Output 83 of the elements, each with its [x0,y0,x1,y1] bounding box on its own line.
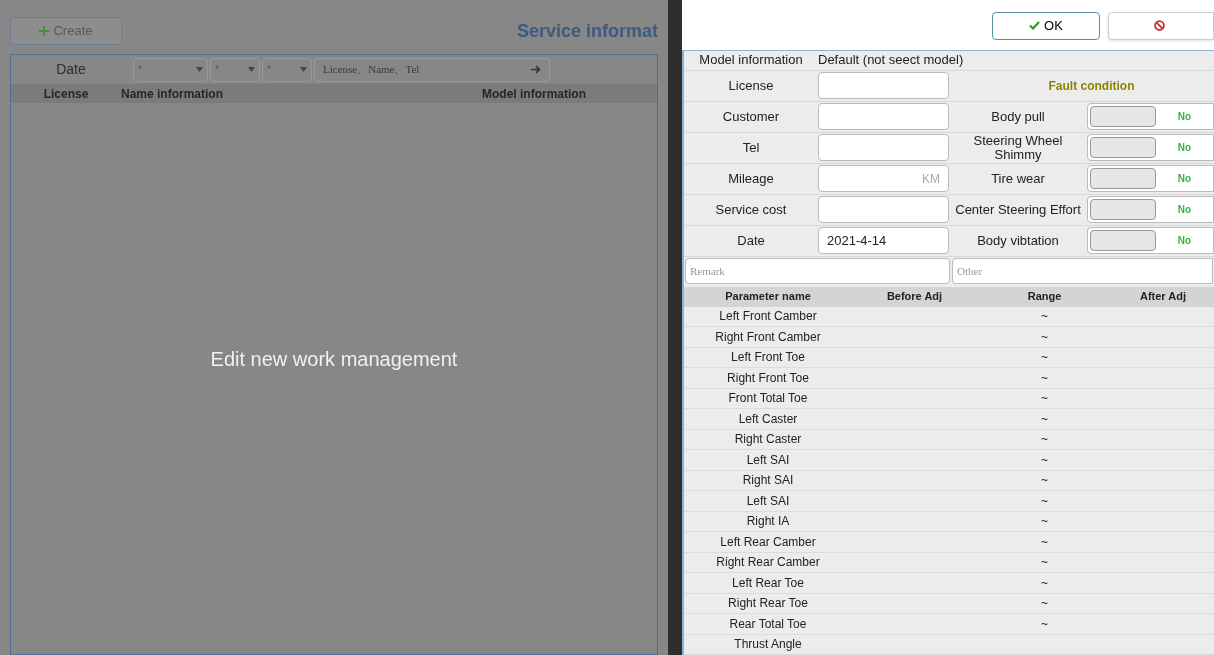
table-cell-text: Left Rear Toe [731,574,805,592]
remark-field[interactable]: Remark [685,258,950,284]
column-header: License [42,86,90,103]
table-cell-text: Left Front Camber [718,308,818,326]
table-cell-text: Right Rear Camber [715,554,821,572]
model-value: Default (not seect model) [818,51,964,70]
field-label: Customer [721,107,781,126]
toggle-switch[interactable]: No [1087,103,1214,130]
dropdown[interactable]: * [133,57,208,82]
caret-icon [196,67,203,72]
column-header: Range [1026,289,1063,305]
prohibited-icon [1154,20,1165,32]
toggle-switch[interactable]: No [1087,134,1214,161]
table-cell-text: Left Caster [737,410,799,428]
field-label: Mileage [727,169,775,188]
table-cell-text: Right IA [745,513,791,531]
table-cell-text: ~ [1041,410,1048,428]
table-cell-text: ~ [1041,308,1048,326]
table-cell-text: Right SAI [741,472,795,490]
input-field[interactable] [818,196,949,223]
search-field[interactable]: License、Name、Tel [314,57,550,82]
field-label: Date [736,231,766,250]
input-field[interactable] [818,72,949,99]
arrow-right-icon [531,65,541,74]
dropdown[interactable]: * [210,57,260,82]
input-field[interactable]: KM [818,165,949,192]
column-header: After Adj [1138,289,1187,305]
table-cell-text: ~ [1041,431,1048,449]
table-cell-text: ~ [1041,513,1048,531]
fault-label: Steering Wheel Shimmy [972,133,1064,162]
table-cell-text: Left Rear Camber [719,533,817,551]
plus-icon [39,26,50,36]
caret-icon [248,67,255,72]
table-cell-text: ~ [1041,349,1048,367]
input-field[interactable] [818,134,949,161]
table-cell-text: ~ [1041,615,1048,633]
field-label: License [727,76,775,95]
caret-icon [300,67,307,72]
fault-label: Tire wear [990,171,1046,186]
table-cell-text: ~ [1041,533,1048,551]
table-cell-text: ~ [1041,390,1048,408]
toggle-switch[interactable]: No [1087,227,1214,254]
table-cell-text: ~ [1041,595,1048,613]
table-cell-text: ~ [1041,369,1048,387]
column-header: Model information [481,86,587,103]
table-cell-text: Rear Total Toe [728,615,808,633]
cancel-button[interactable] [1108,11,1214,40]
table-cell-text: ~ [1041,451,1048,469]
table-cell-text: Left SAI [745,492,791,510]
table-cell-text: ~ [1041,574,1048,592]
check-icon [1029,21,1041,31]
table-cell-text: Right Caster [733,431,803,449]
table-cell-text: Left SAI [745,451,791,469]
dropdown[interactable]: * [262,57,312,82]
field-label: Tel [741,138,761,157]
table-cell-text: ~ [1041,554,1048,572]
table-cell-text: ~ [1041,492,1048,510]
section-title: Fault condition [1047,77,1136,95]
ok-button[interactable]: OK [992,11,1100,40]
other-field[interactable]: Other [952,258,1213,284]
input-field[interactable] [818,103,949,130]
table-cell-text: Right Front Toe [726,369,810,387]
column-header: Name information [121,86,224,103]
fault-label: Center Steering Effort [954,202,1082,217]
fault-label: Body vibtation [976,233,1060,248]
input-field[interactable]: 2021-4-14 [818,227,949,254]
field-label: Model information [698,51,804,70]
toggle-switch[interactable]: No [1087,196,1214,223]
table-cell-text: ~ [1041,472,1048,490]
fault-label: Body pull [990,109,1046,124]
page-title: Service informat [516,19,658,43]
table-cell-text: Right Front Camber [714,328,822,346]
column-header: Parameter name [724,289,812,305]
table-cell-text: ~ [1041,328,1048,346]
column-header: Before Adj [885,289,944,305]
filter-label: Date [55,60,87,79]
field-label: Service cost [714,200,788,219]
toggle-switch[interactable]: No [1087,165,1214,192]
overlay-message: Edit new work management [210,346,458,372]
table-cell-text: Thrust Angle [733,636,803,654]
table-cell-text: Left Front Toe [730,349,806,367]
table-cell-text: Front Total Toe [727,390,809,408]
table-cell-text: Right Rear Toe [727,595,809,613]
